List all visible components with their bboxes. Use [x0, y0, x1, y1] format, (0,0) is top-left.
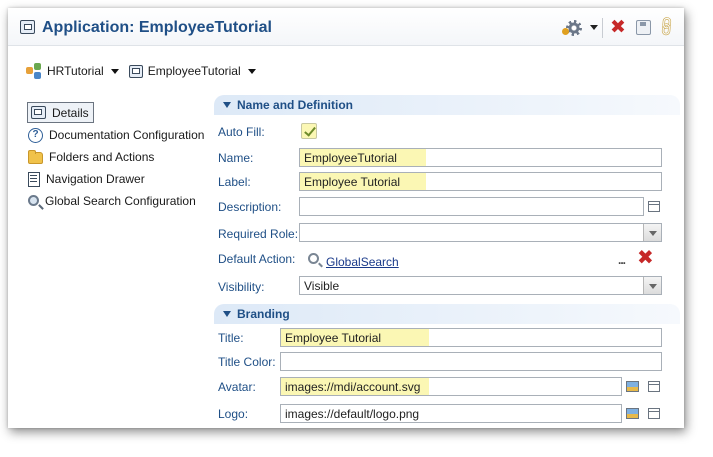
nav-item-label: Navigation Drawer [46, 172, 145, 186]
expand-editor-icon[interactable] [648, 408, 660, 419]
breadcrumb-item-application[interactable]: EmployeeTutorial [128, 64, 256, 78]
save-icon[interactable] [636, 20, 651, 35]
application-icon [20, 20, 35, 34]
chevron-down-icon[interactable] [110, 68, 119, 74]
help-icon: ? [28, 127, 43, 143]
editor-header: Application: EmployeeTutorial ✖ 🔗︎ [8, 8, 684, 46]
module-icon [26, 63, 42, 79]
nav-item-label: Documentation Configuration [49, 128, 205, 142]
nav-item-global-search[interactable]: Global Search Configuration [28, 191, 196, 211]
visibility-label: Visibility: [218, 280, 265, 294]
nav-item-label: Details [52, 105, 89, 120]
chevron-down-icon[interactable] [643, 224, 661, 241]
image-picker-icon[interactable] [626, 381, 639, 392]
description-label: Description: [218, 200, 282, 214]
page-title: Application: EmployeeTutorial [42, 19, 272, 36]
collapse-icon[interactable] [223, 311, 231, 317]
label-input[interactable]: Employee Tutorial [299, 172, 662, 191]
breadcrumb-label: EmployeeTutorial [147, 64, 241, 78]
breadcrumb-item-module[interactable]: HRTutorial [26, 63, 119, 79]
visibility-select[interactable]: Visible [299, 276, 662, 295]
section-name-definition[interactable]: Name and Definition [214, 95, 680, 115]
nav-item-details[interactable]: Details [27, 102, 94, 123]
folder-icon [28, 150, 43, 164]
auto-fill-label: Auto Fill: [218, 125, 265, 139]
nav-item-documentation[interactable]: ? Documentation Configuration [28, 125, 204, 145]
toolbar-divider [602, 18, 603, 38]
logo-input[interactable]: images://default/logo.png [280, 404, 622, 423]
section-branding[interactable]: Branding [214, 304, 680, 324]
required-role-label: Required Role: [218, 227, 299, 241]
description-input[interactable] [299, 197, 644, 216]
title-input[interactable]: Employee Tutorial [280, 328, 662, 347]
details-icon [31, 106, 46, 119]
chevron-down-icon[interactable] [247, 68, 256, 74]
label-label: Label: [218, 175, 251, 189]
title-color-input[interactable] [280, 352, 662, 371]
title-label: Title: [218, 331, 244, 345]
drawer-icon [28, 171, 40, 187]
delete-icon[interactable]: ✖ [610, 18, 626, 37]
title-color-label: Title Color: [218, 355, 276, 369]
name-input[interactable]: EmployeeTutorial [299, 148, 662, 167]
search-icon [28, 194, 39, 206]
expand-editor-icon[interactable] [648, 381, 660, 392]
required-role-select[interactable] [299, 223, 662, 242]
application-editor: Application: EmployeeTutorial ✖ 🔗︎ HRTut… [8, 8, 684, 428]
gear-icon[interactable] [562, 20, 582, 36]
avatar-label: Avatar: [218, 380, 256, 394]
default-action-label: Default Action: [218, 252, 296, 266]
avatar-input[interactable]: images://mdi/account.svg [280, 377, 622, 396]
chevron-down-icon[interactable] [590, 25, 598, 30]
search-icon[interactable] [308, 253, 319, 264]
name-label: Name: [218, 151, 254, 165]
auto-fill-checkbox[interactable] [301, 123, 317, 139]
clear-action-icon[interactable]: ✖ [637, 248, 654, 268]
link-icon[interactable]: 🔗︎ [654, 14, 680, 40]
breadcrumb: HRTutorial EmployeeTutorial [26, 62, 266, 80]
collapse-icon[interactable] [223, 102, 231, 108]
expand-editor-icon[interactable] [648, 201, 660, 212]
image-picker-icon[interactable] [626, 408, 639, 419]
nav-item-folders[interactable]: Folders and Actions [28, 147, 154, 167]
nav-item-navigation-drawer[interactable]: Navigation Drawer [28, 169, 145, 189]
nav-item-label: Global Search Configuration [45, 194, 196, 208]
browse-button[interactable]: ... [618, 253, 626, 267]
nav-item-label: Folders and Actions [49, 150, 155, 164]
chevron-down-icon[interactable] [643, 277, 661, 294]
breadcrumb-label: HRTutorial [47, 64, 104, 78]
application-icon [128, 64, 143, 78]
logo-label: Logo: [218, 407, 249, 421]
default-action-link[interactable]: GlobalSearch [326, 255, 399, 269]
